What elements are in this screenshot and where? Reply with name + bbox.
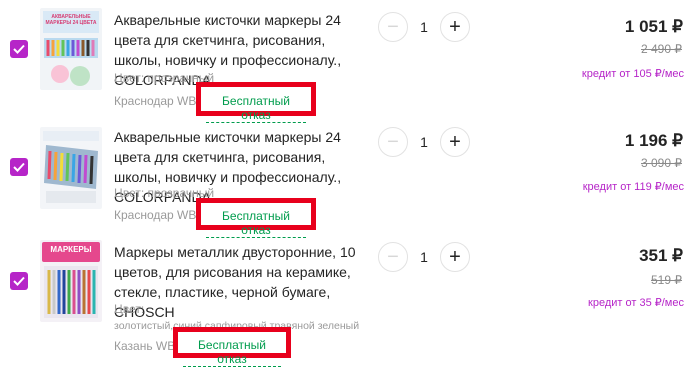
old-price: 2 490 ₽ [641,42,682,56]
increase-quantity-button[interactable]: + [440,242,470,272]
decrease-quantity-button[interactable]: − [378,242,408,272]
highlight-box: Бесплатный отказ [173,327,291,367]
highlight-box: Бесплатный отказ [196,82,316,123]
cart-item: АКВАРЕЛЬНЫЕ МАРКЕРЫ 24 ЦВЕТА Акварельные… [0,0,700,123]
current-price: 1 051 ₽ [624,17,683,36]
checkmark-icon [13,162,25,172]
plus-icon: + [449,246,461,268]
product-title[interactable]: Маркеры металлик двусторонние, 10 цветов… [114,242,376,322]
checkmark-icon [13,44,25,54]
product-color: Цвет: [114,302,145,316]
product-image[interactable] [40,127,102,209]
credit-offer[interactable]: кредит от 119 ₽/мес [583,180,684,193]
free-return-link[interactable]: Бесплатный отказ [183,338,281,367]
free-return-link[interactable]: Бесплатный отказ [206,94,306,123]
warehouse-label: Казань WB [114,339,176,353]
minus-icon: − [387,246,399,268]
plus-icon: + [449,16,461,38]
highlight-box: Бесплатный отказ [196,198,316,238]
product-image[interactable]: МАРКЕРЫ [40,240,102,322]
warehouse-label: Краснодар WB [114,208,197,222]
item-checkbox[interactable] [10,272,28,290]
current-price: 351 ₽ [639,246,683,265]
increase-quantity-button[interactable]: + [440,12,470,42]
quantity-value[interactable]: 1 [412,19,436,35]
credit-offer[interactable]: кредит от 35 ₽/мес [588,296,684,309]
old-price: 519 ₽ [651,273,682,287]
old-price: 3 090 ₽ [641,156,682,170]
increase-quantity-button[interactable]: + [440,127,470,157]
quantity-value[interactable]: 1 [412,134,436,150]
item-checkbox[interactable] [10,40,28,58]
quantity-value[interactable]: 1 [412,249,436,265]
item-checkbox[interactable] [10,158,28,176]
cart-item: Акварельные кисточки маркеры 24 цвета дл… [0,120,700,238]
warehouse-label: Краснодар WB [114,94,197,108]
minus-icon: − [387,131,399,153]
decrease-quantity-button[interactable]: − [378,12,408,42]
product-image[interactable]: АКВАРЕЛЬНЫЕ МАРКЕРЫ 24 ЦВЕТА [40,8,102,90]
free-return-link[interactable]: Бесплатный отказ [206,209,306,238]
credit-offer[interactable]: кредит от 105 ₽/мес [582,67,684,80]
thumb-caption: МАРКЕРЫ [50,245,92,254]
checkmark-icon [13,276,25,286]
current-price: 1 196 ₽ [624,131,683,150]
decrease-quantity-button[interactable]: − [378,127,408,157]
cart-item: МАРКЕРЫ Маркеры металлик двусторонние, 1… [0,235,700,367]
minus-icon: − [387,16,399,38]
plus-icon: + [449,131,461,153]
thumb-caption: АКВАРЕЛЬНЫЕ МАРКЕРЫ 24 ЦВЕТА [45,14,97,26]
